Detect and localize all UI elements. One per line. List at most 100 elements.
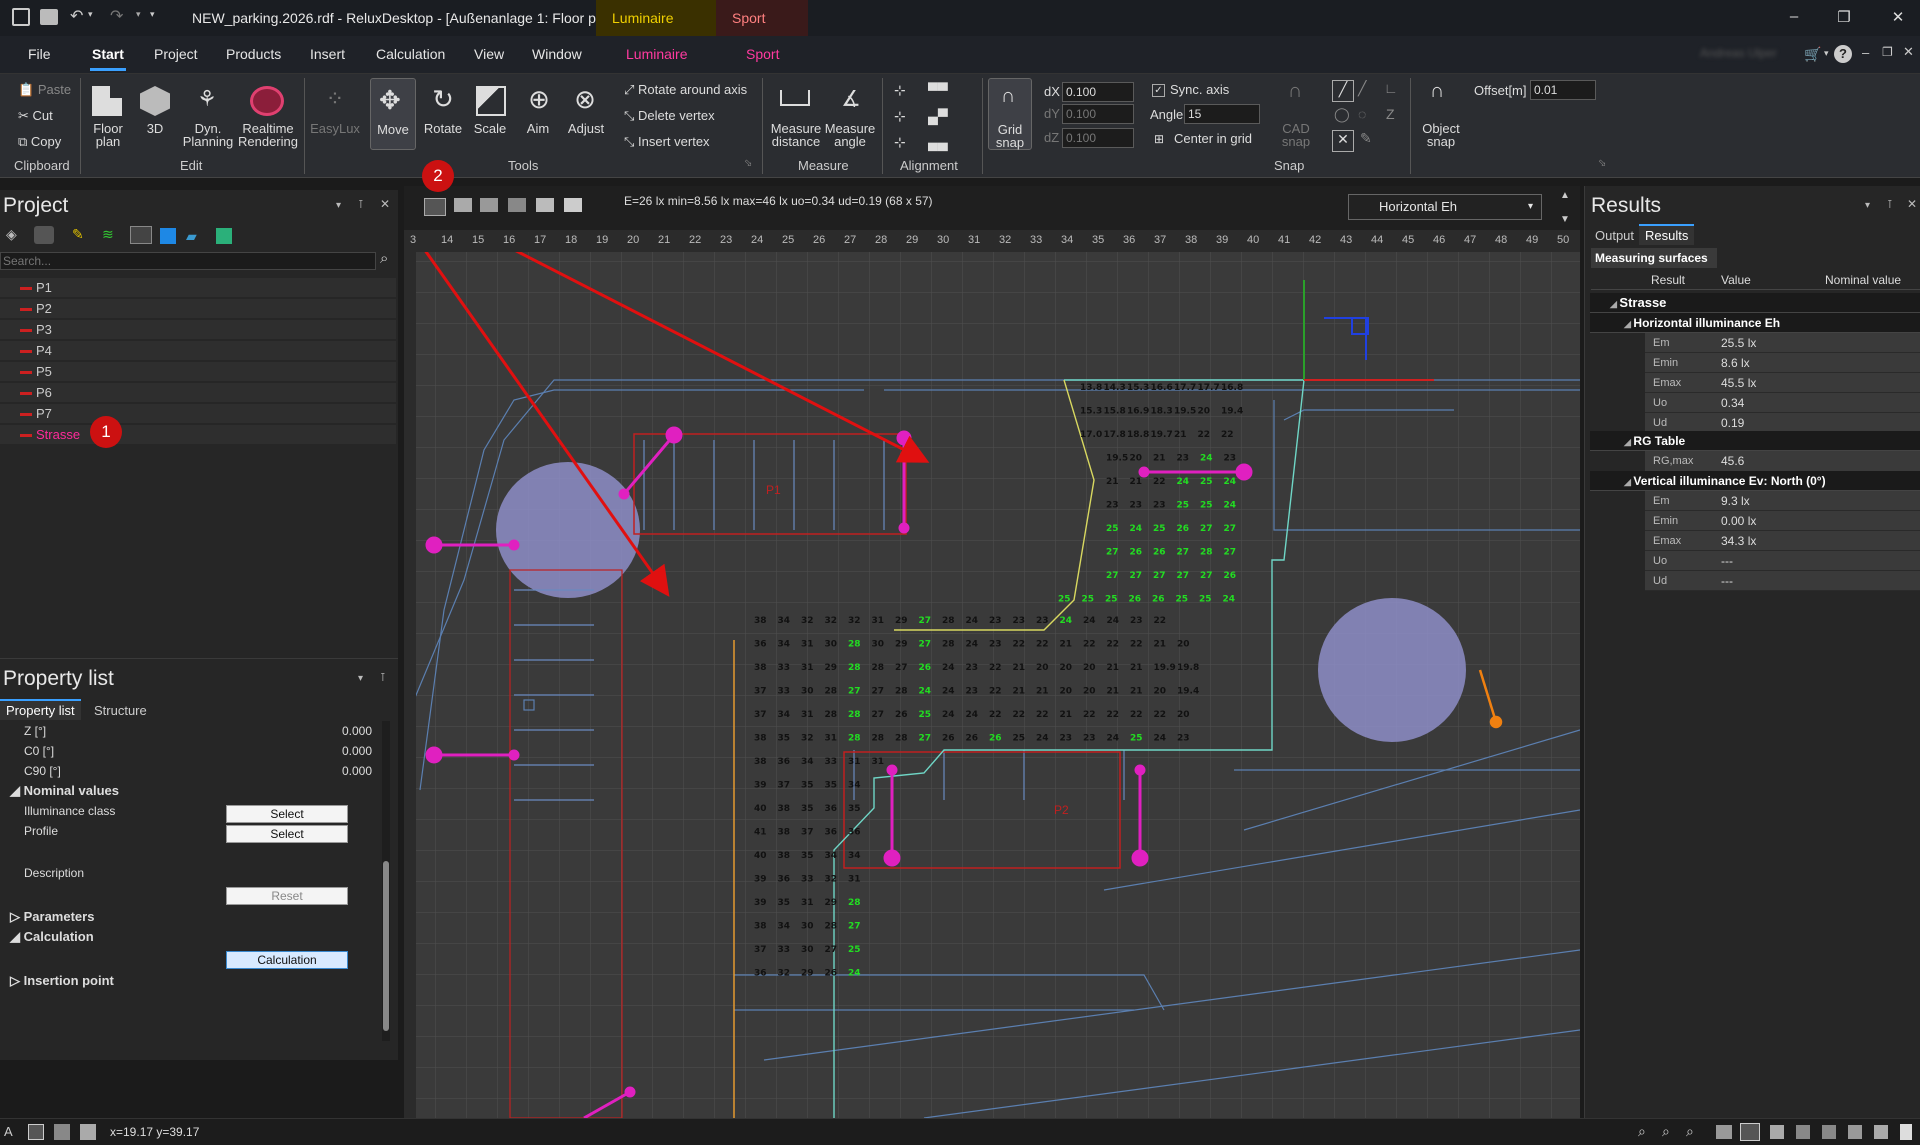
view-gray-icon[interactable] <box>508 198 526 212</box>
insert-vertex-button[interactable]: ⤡ Insert vertex <box>624 134 710 150</box>
insertion-point-header[interactable]: ▷ Insertion point <box>0 971 380 991</box>
tree-item-p7[interactable]: P7 <box>0 404 396 424</box>
move-button[interactable]: ✥ Move <box>370 78 416 150</box>
menu-project[interactable]: Project <box>154 46 198 62</box>
print-icon[interactable] <box>40 9 58 25</box>
menu-products[interactable]: Products <box>226 46 281 62</box>
restore-icon[interactable]: ❐ <box>1834 8 1854 28</box>
align-bottom-icon[interactable]: ▄▄ <box>928 134 948 150</box>
menu-view[interactable]: View <box>474 46 504 62</box>
view-iso-icon[interactable] <box>1796 1125 1810 1139</box>
status-image-icon[interactable] <box>80 1124 96 1140</box>
save-icon[interactable] <box>12 8 30 26</box>
snap-corner-icon[interactable]: ∟ <box>1384 80 1398 96</box>
help-icon[interactable]: ? <box>1834 45 1852 63</box>
mdi-close-icon[interactable]: ✕ <box>1903 44 1914 60</box>
grid-snap-button[interactable]: ∩ Grid snap <box>988 78 1032 150</box>
result-group-rg-table[interactable]: ◢ RG Table <box>1590 431 1920 451</box>
parameters-header[interactable]: ▷ Parameters <box>0 907 380 927</box>
pin-icon[interactable]: ⊺ <box>358 198 364 211</box>
tree-item-p3[interactable]: P3 <box>0 320 396 340</box>
dy-input[interactable]: 0.100 <box>1062 104 1134 124</box>
tree-item-p6[interactable]: P6 <box>0 383 396 403</box>
tree-item-p4[interactable]: P4 <box>0 341 396 361</box>
view-isolines-icon[interactable] <box>454 198 472 212</box>
view-render-icon[interactable] <box>1848 1125 1862 1139</box>
result-group-vertical[interactable]: ◢ Vertical illuminance Ev: North (0°) <box>1590 471 1920 491</box>
delete-vertex-button[interactable]: ⤡ Delete vertex <box>624 108 715 124</box>
search-icon[interactable]: ⌕ <box>380 250 388 267</box>
snap-cross-icon[interactable]: ✕ <box>1332 130 1354 152</box>
dx-input[interactable]: 0.100 <box>1062 82 1134 102</box>
view-plan-icon[interactable] <box>1740 1123 1760 1141</box>
scrollbar-thumb[interactable] <box>383 861 389 1031</box>
angle-input[interactable]: 15 <box>1184 104 1260 124</box>
snap-dialog-launcher-icon[interactable]: ⬂ <box>1598 158 1606 169</box>
rotate-around-axis-button[interactable]: ⤢ Rotate around axis <box>624 82 747 98</box>
menu-file[interactable]: File <box>28 46 51 62</box>
quick-access-customize-icon[interactable]: ▾ <box>150 9 155 20</box>
panel-close-icon[interactable]: ✕ <box>380 197 390 211</box>
road-icon[interactable] <box>130 226 152 244</box>
mdi-restore-icon[interactable]: ❐ <box>1882 45 1893 59</box>
profile-select-button[interactable]: Select <box>226 825 348 843</box>
menu-calculation[interactable]: Calculation <box>376 46 445 62</box>
tools-dialog-launcher-icon[interactable]: ⬂ <box>744 158 752 169</box>
mdi-minimize-icon[interactable]: – <box>1862 45 1869 60</box>
menu-start[interactable]: Start <box>92 46 124 62</box>
pin-icon[interactable]: ⊺ <box>380 671 386 684</box>
property-scrollbar[interactable] <box>382 721 390 1041</box>
snap-z-icon[interactable]: Z <box>1386 106 1395 122</box>
snap-circle-icon[interactable]: ◯ <box>1334 106 1350 123</box>
viewport-scroll-up-icon[interactable]: ▲ <box>1560 190 1570 201</box>
snap-line-icon[interactable]: ╱ <box>1332 80 1354 102</box>
view-mountain-icon[interactable] <box>536 198 554 212</box>
sync-axis-checkbox[interactable]: ✓ <box>1152 84 1165 97</box>
reset-button[interactable]: Reset <box>226 887 348 905</box>
view-3d-surface-icon[interactable] <box>564 198 582 212</box>
undo-icon[interactable]: ↶ <box>70 6 83 26</box>
status-a-icon[interactable]: A <box>4 1124 13 1139</box>
tree-item-strasse[interactable]: Strasse <box>0 425 396 445</box>
luminaire-icon[interactable]: ✎ <box>72 226 84 243</box>
tree-item-p2[interactable]: P2 <box>0 299 396 319</box>
undo-dropdown-icon[interactable]: ▾ <box>88 9 93 20</box>
panel-close-icon[interactable]: ✕ <box>1907 197 1917 211</box>
nominal-values-header[interactable]: ◢ Nominal values <box>0 781 380 801</box>
cart-icon[interactable]: 🛒 <box>1804 46 1821 63</box>
menu-dropdown-icon[interactable]: ▾ <box>1824 48 1829 59</box>
calculation-button[interactable]: Calculation <box>226 951 348 969</box>
layers-icon[interactable]: ◈ <box>6 226 17 243</box>
view-falsecolor-icon[interactable] <box>480 198 498 212</box>
furniture-icon[interactable]: ▰ <box>186 228 197 245</box>
panel-dropdown-icon[interactable]: ▾ <box>336 200 341 211</box>
status-layout-icon[interactable] <box>54 1124 70 1140</box>
panel-dropdown-icon[interactable]: ▾ <box>1865 200 1870 211</box>
zoom-window-icon[interactable]: ⌕ <box>1662 1123 1670 1140</box>
object-icon[interactable] <box>160 228 176 244</box>
surfaces-icon[interactable] <box>34 226 54 244</box>
redo-dropdown-icon[interactable]: ▾ <box>136 9 141 20</box>
floor-plan-viewport[interactable]: P1 P2 13.8 14.3 15.3 16.6 17.7 17.7 16.8 15.3 15… <box>404 230 1580 1118</box>
result-group-horizontal[interactable]: ◢ Horizontal illuminance Eh <box>1590 313 1920 333</box>
result-type-dropdown[interactable]: Horizontal Eh ▾ <box>1348 194 1542 220</box>
floor-plan-canvas[interactable]: P1 P2 13.8 14.3 15.3 16.6 17.7 17.7 16.815.3 15… <box>404 230 1580 1118</box>
align-top-icon[interactable]: ▀▀ <box>928 82 948 98</box>
panel-dropdown-icon[interactable]: ▾ <box>358 673 363 684</box>
copy-button[interactable]: ⧉ Copy <box>18 134 61 150</box>
menu-window[interactable]: Window <box>532 46 582 62</box>
redo-icon[interactable]: ↷ <box>110 6 123 26</box>
zoom-in-icon[interactable]: ⌕ <box>1638 1123 1646 1140</box>
view-camera-icon[interactable] <box>1874 1125 1888 1139</box>
menu-sport[interactable]: Sport <box>746 46 779 62</box>
align-distribute-icon[interactable]: ⊹ <box>894 134 906 151</box>
project-search-input[interactable] <box>0 252 376 270</box>
viewport-scroll-down-icon[interactable]: ▼ <box>1560 214 1570 225</box>
snap-slope-icon[interactable]: ╱ <box>1358 80 1366 97</box>
offset-input[interactable]: 0.01 <box>1530 80 1596 100</box>
tab-results[interactable]: Results <box>1639 224 1695 245</box>
view-side-icon[interactable] <box>1822 1125 1836 1139</box>
tree-item-p5[interactable]: P5 <box>0 362 396 382</box>
cut-button[interactable]: ✂ Cut <box>18 108 53 124</box>
align-center-v-icon[interactable]: ⊹ <box>894 108 906 125</box>
